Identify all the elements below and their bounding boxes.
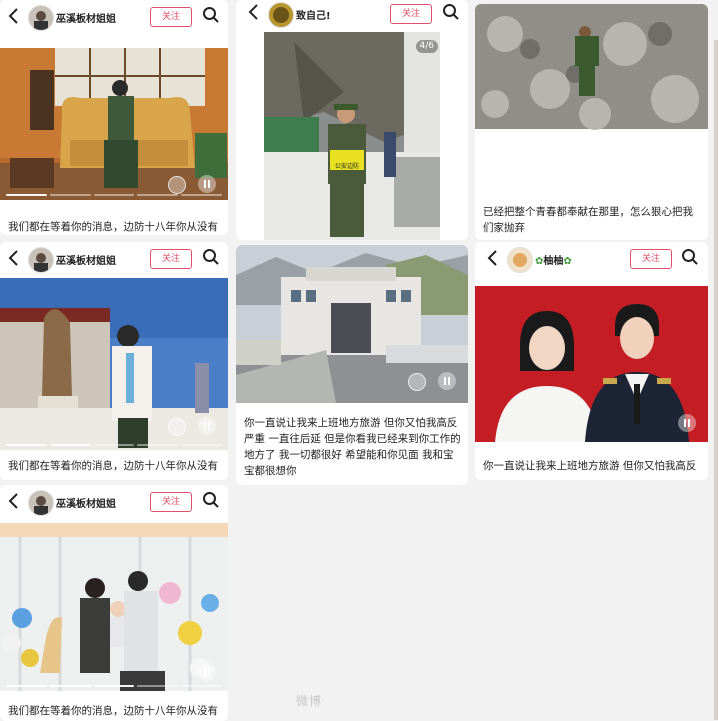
pause-icon[interactable] — [678, 163, 696, 181]
search-icon[interactable] — [681, 248, 699, 266]
post-card-5[interactable]: 你一直说让我来上班地方旅游 但你又怕我高反严重 一直往后延 但是你看我已经来到你… — [236, 245, 468, 485]
post-photo[interactable]: 4/6 公安边防 — [264, 32, 440, 240]
post-photo[interactable] — [0, 48, 228, 200]
post-photo[interactable] — [0, 523, 228, 691]
live-photo-icon[interactable] — [168, 418, 186, 436]
pause-icon[interactable] — [198, 417, 216, 435]
search-icon[interactable] — [202, 248, 220, 266]
watermark: 微博 — [296, 694, 323, 708]
post-caption: 我们都在等着你的消息，边防十八年你从没有 — [8, 460, 218, 472]
pause-icon[interactable] — [198, 175, 216, 193]
username[interactable]: 巫溪板材姐姐 — [56, 252, 116, 267]
post-card-7[interactable]: 巫溪板材姐姐 关注 我们都在等着你的消息，边防十八年你从没有 — [0, 485, 228, 721]
post-header: 巫溪板材姐姐 关注 — [0, 0, 228, 34]
search-icon[interactable] — [202, 6, 220, 24]
photo-counter: 4/6 — [415, 40, 438, 53]
username[interactable]: 巫溪板材姐姐 — [56, 10, 116, 25]
back-arrow-icon[interactable] — [485, 249, 501, 267]
post-photo[interactable] — [0, 278, 228, 450]
post-caption: 我们都在等着你的消息，边防十八年你从没有 — [8, 221, 218, 233]
post-header: 巫溪板材姐姐 关注 — [0, 242, 228, 276]
post-caption: 你一直说让我来上班地方旅游 但你又怕我高反严重 一直往后延 但是你看我已经来到你… — [244, 417, 461, 477]
live-photo-icon[interactable] — [648, 164, 666, 182]
post-card-6[interactable]: ✿柚柚✿ 关注 你一直说让我来上班地方旅游 但你又怕我高反 — [475, 242, 708, 480]
avatar[interactable] — [28, 247, 54, 273]
carousel-progress — [6, 194, 222, 196]
carousel-progress — [6, 444, 222, 446]
follow-button[interactable]: 关注 — [150, 249, 192, 269]
post-photo[interactable] — [236, 245, 468, 403]
carousel-progress — [6, 685, 222, 687]
pause-icon[interactable] — [438, 372, 456, 390]
username[interactable]: 巫溪板材姐姐 — [56, 495, 116, 510]
search-icon[interactable] — [442, 3, 460, 21]
pause-icon[interactable] — [198, 663, 216, 681]
search-icon[interactable] — [202, 491, 220, 509]
pause-icon[interactable] — [678, 414, 696, 432]
badge-text: 公安边防 — [334, 163, 359, 170]
back-arrow-icon[interactable] — [6, 7, 22, 25]
post-photo[interactable] — [475, 4, 708, 192]
back-arrow-icon[interactable] — [6, 249, 22, 267]
post-header: ✿柚柚✿ 关注 — [475, 242, 708, 276]
post-card-4[interactable]: 巫溪板材姐姐 关注 我们都在等着你的消息，边防十八年你从没有 — [0, 242, 228, 480]
username[interactable]: 致自己! — [296, 7, 331, 22]
avatar[interactable] — [507, 247, 533, 273]
post-card-1[interactable]: 巫溪板材姐姐 关注 我们都在等着你的消息，边防十八年你从没有 — [0, 0, 228, 235]
follow-button[interactable]: 关注 — [390, 4, 432, 24]
post-caption: 你一直说让我来上班地方旅游 但你又怕我高反 — [483, 460, 697, 472]
back-arrow-icon[interactable] — [246, 3, 262, 21]
post-card-3[interactable]: 已经把整个青春都奉献在那里，怎么狠心把我们家抛弃 — [475, 4, 708, 240]
follow-button[interactable]: 关注 — [630, 249, 672, 269]
post-photo[interactable] — [475, 286, 708, 442]
live-photo-icon[interactable] — [168, 176, 186, 194]
post-caption: 已经把整个青春都奉献在那里，怎么狠心把我们家抛弃 — [483, 206, 693, 234]
live-photo-icon[interactable] — [408, 373, 426, 391]
back-arrow-icon[interactable] — [6, 492, 22, 510]
avatar[interactable] — [268, 2, 294, 28]
post-caption: 我们都在等着你的消息，边防十八年你从没有 — [8, 705, 218, 717]
username[interactable]: ✿柚柚✿ — [535, 252, 572, 267]
post-header: 致自己! 关注 — [236, 0, 468, 28]
post-header: 巫溪板材姐姐 关注 — [0, 485, 228, 519]
avatar[interactable] — [28, 5, 54, 31]
follow-button[interactable]: 关注 — [150, 492, 192, 512]
post-card-2[interactable]: 致自己! 关注 4/6 公安边防 — [236, 0, 468, 240]
clover-icon: ✿ — [563, 256, 572, 267]
avatar[interactable] — [28, 490, 54, 516]
right-edge-sliver — [714, 40, 718, 720]
follow-button[interactable]: 关注 — [150, 7, 192, 27]
